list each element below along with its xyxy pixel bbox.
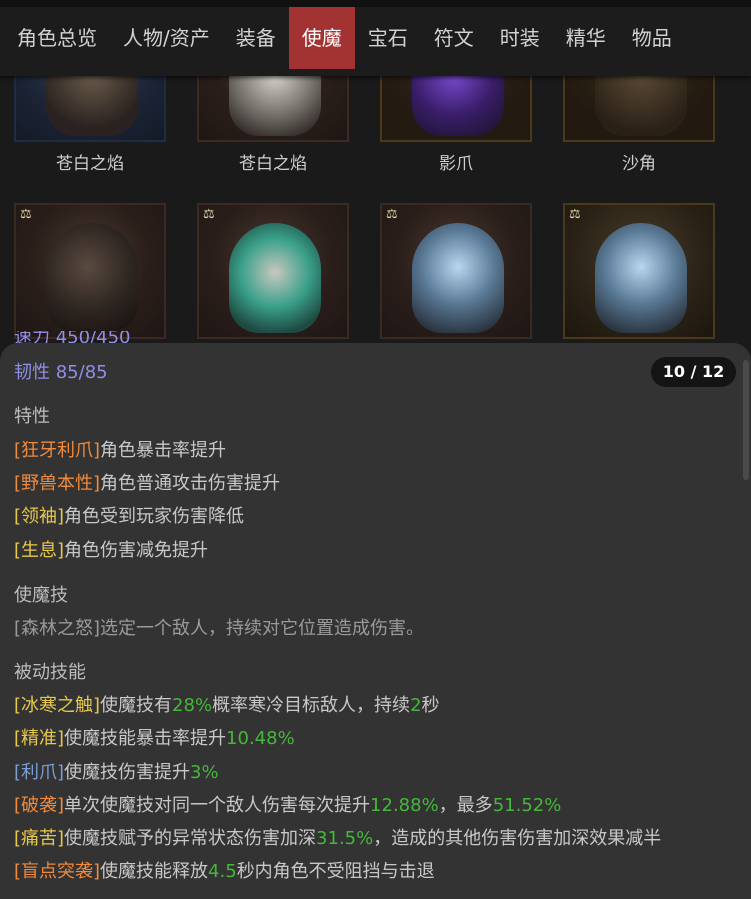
familiar-name: 沙角 xyxy=(622,154,656,174)
familiar-card[interactable]: ⚖ xyxy=(563,203,715,339)
passive-line: [破袭]单次使魔技对同一个敌人伤害每次提升12.88%，最多51.52% xyxy=(14,795,562,816)
familiar-card[interactable]: ⚖ xyxy=(197,203,349,339)
tab-gems[interactable]: 宝石 xyxy=(355,7,421,69)
passive-line: [冰寒之触]使魔技有28%概率寒冷目标敌人，持续2秒 xyxy=(14,695,440,716)
familiar-detail-panel: 速力 450/450 韧性 85/85 10 / 12 特性 [狂牙利爪]角色暴… xyxy=(0,331,751,899)
tab-fashion[interactable]: 时装 xyxy=(487,7,553,69)
passive-line: [盲点突袭]使魔技能释放4.5秒内角色不受阻挡与击退 xyxy=(14,861,435,882)
trait-line: [狂牙利爪]角色暴击率提升 xyxy=(14,440,227,461)
balance-icon: ⚖ xyxy=(386,207,398,222)
passive-title: 被动技能 xyxy=(14,662,86,683)
familiar-name: 影爪 xyxy=(439,154,473,174)
passive-line: [精准]使魔技能暴击率提升10.48% xyxy=(14,728,295,749)
balance-icon: ⚖ xyxy=(569,207,581,222)
tab-list: 角色总览 人物/资产 装备 使魔 宝石 符文 时装 精华 物品 xyxy=(0,7,685,69)
page-indicator: 10 / 12 xyxy=(651,357,736,387)
trait-line: [领袖]角色受到玩家伤害降低 xyxy=(14,506,245,527)
skill-line: [森林之怒]选定一个敌人，持续对它位置造成伤害。 xyxy=(14,618,425,639)
tab-overview[interactable]: 角色总览 xyxy=(0,7,110,69)
familiar-card[interactable]: ⚖ xyxy=(14,203,166,339)
trait-line: [生息]角色伤害减免提升 xyxy=(14,540,209,561)
passive-line: [利爪]使魔技伤害提升3% xyxy=(14,762,219,783)
familiar-name: 苍白之焰 xyxy=(56,154,124,174)
tab-runes[interactable]: 符文 xyxy=(421,7,487,69)
top-nav-bar: 角色总览 人物/资产 装备 使魔 宝石 符文 时装 精华 物品 xyxy=(0,0,751,76)
traits-title: 特性 xyxy=(14,406,50,427)
tab-essence[interactable]: 精华 xyxy=(553,7,619,69)
cat-spirit-icon xyxy=(229,223,321,333)
raven-helm-icon xyxy=(46,223,138,333)
skill-title: 使魔技 xyxy=(14,585,68,606)
tab-familiars[interactable]: 使魔 xyxy=(288,7,355,69)
ice-helm-icon xyxy=(412,223,504,333)
panel-scrollbar[interactable] xyxy=(743,360,749,480)
ice-helm-icon xyxy=(595,223,687,333)
stat-peek: 速力 450/450 xyxy=(14,331,131,343)
tab-equipment[interactable]: 装备 xyxy=(223,7,289,69)
toughness-stat: 韧性 85/85 xyxy=(14,362,108,383)
familiar-name: 苍白之焰 xyxy=(239,154,307,174)
balance-icon: ⚖ xyxy=(203,207,215,222)
trait-line: [野兽本性]角色普通攻击伤害提升 xyxy=(14,473,281,494)
familiar-card[interactable]: ⚖ xyxy=(380,203,532,339)
tab-items[interactable]: 物品 xyxy=(619,7,685,69)
tab-characters-assets[interactable]: 人物/资产 xyxy=(110,7,223,69)
passive-line: [痛苦]使魔技赋予的异常状态伤害加深31.5%，造成的其他伤害伤害加深效果减半 xyxy=(14,828,662,849)
balance-icon: ⚖ xyxy=(20,207,32,222)
